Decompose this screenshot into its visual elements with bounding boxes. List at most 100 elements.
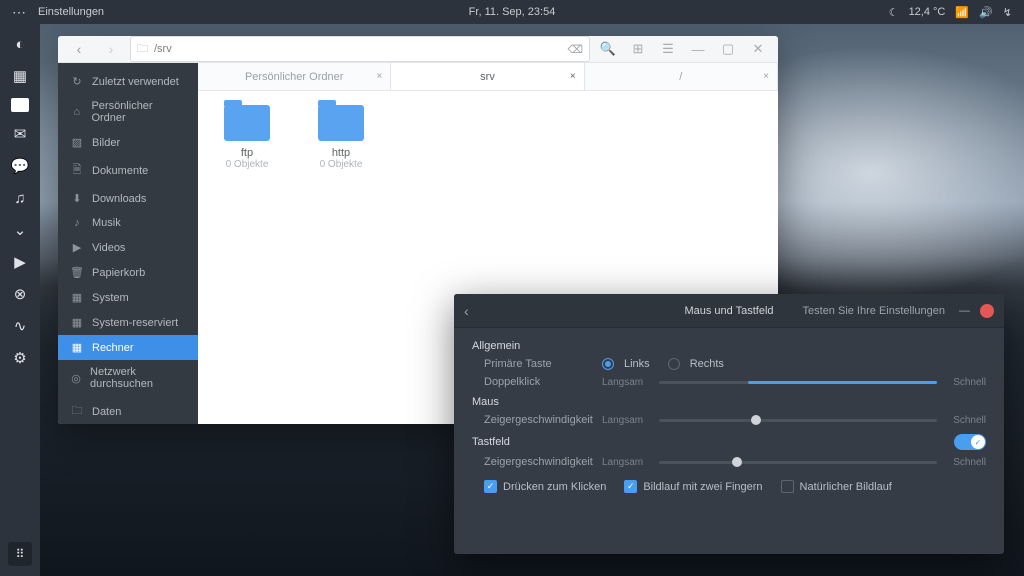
fm-sidebar: ↻Zuletzt verwendet⌂Persönlicher Ordner▨B… <box>58 63 198 424</box>
sidebar-item-label: System <box>92 292 129 304</box>
back-button[interactable]: ‹ <box>66 36 92 62</box>
sidebar-item-label: System-reserviert <box>92 317 178 329</box>
night-icon[interactable]: ☾ <box>889 6 899 19</box>
maximize-button[interactable]: ▢ <box>716 37 740 61</box>
checkbox-tap-to-click[interactable]: ✓Drücken zum Klicken <box>484 480 606 493</box>
tab-label: srv <box>480 71 495 83</box>
sidebar-item[interactable]: ▨Bilder <box>58 130 198 155</box>
file-name: ftp <box>212 147 282 159</box>
tab-close-icon[interactable]: × <box>376 71 382 82</box>
label-doubleclick: Doppelklick <box>484 376 602 388</box>
left-dock: ◐ ▦ ✉ 💬 ♫ ⌄ ▶ ⊗ ∿ ⚙ ⠿ <box>0 24 40 576</box>
dock-item[interactable]: ∿ <box>10 316 30 336</box>
path-entry[interactable]: 🗀 /srv ⌫ <box>130 36 590 62</box>
sidebar-icon: ♪ <box>70 217 84 229</box>
app-menu-label[interactable]: Einstellungen <box>38 6 104 18</box>
weather-temp[interactable]: 12,4 °C <box>909 6 946 18</box>
radio-left-label: Links <box>624 358 650 370</box>
folder-icon <box>318 105 364 141</box>
tab-label: Persönlicher Ordner <box>245 71 343 83</box>
settings-window: ‹ Maus und Tastfeld Testen Sie Ihre Eins… <box>454 294 1004 554</box>
touchpad-toggle[interactable] <box>954 434 986 450</box>
radio-left[interactable] <box>602 358 614 370</box>
view-grid-icon[interactable]: ⊞ <box>626 37 650 61</box>
tab-close-icon[interactable]: × <box>570 71 576 82</box>
minimize-button[interactable]: — <box>686 37 710 61</box>
folder-icon: 🗀 <box>137 40 148 59</box>
sidebar-item[interactable]: ♪Musik <box>58 211 198 235</box>
dock-item[interactable]: ▦ <box>10 66 30 86</box>
tab-close-icon[interactable]: × <box>763 71 769 82</box>
sidebar-item[interactable]: ▦ System-reserviert <box>58 310 198 335</box>
volume-icon[interactable]: 🔊 <box>979 6 993 19</box>
sidebar-item-label: Persönlicher Ordner <box>91 100 186 124</box>
scale-slow: Langsam <box>602 377 643 388</box>
touch-speed-slider[interactable] <box>659 461 937 464</box>
sidebar-item[interactable]: 🗎 Dokumente <box>58 155 198 186</box>
sidebar-icon: ↻ <box>70 75 84 88</box>
tab[interactable]: srv × <box>391 63 584 90</box>
wifi-icon[interactable]: 📶 <box>955 6 969 19</box>
sidebar-item[interactable]: ◎ Netzwerk durchsuchen <box>58 360 198 396</box>
search-icon[interactable]: 🔍 <box>596 37 620 61</box>
settings-header: ‹ Maus und Tastfeld Testen Sie Ihre Eins… <box>454 294 1004 328</box>
folder-item[interactable]: http0 Objekte <box>306 105 376 170</box>
tab[interactable]: Persönlicher Ordner × <box>198 63 391 90</box>
sidebar-item[interactable]: ▶Videos <box>58 235 198 260</box>
view-list-icon[interactable]: ☰ <box>656 37 680 61</box>
dock-item[interactable]: ▶ <box>10 252 30 272</box>
top-panel: Einstellungen Fr, 11. Sep, 23:54 ☾ 12,4 … <box>0 0 1024 24</box>
sidebar-icon: ⬇ <box>70 192 84 205</box>
clear-icon[interactable]: ⌫ <box>567 43 583 56</box>
tab[interactable]: /× <box>585 63 778 90</box>
checkbox-natural-scroll[interactable]: Natürlicher Bildlauf <box>781 480 892 493</box>
dock-item[interactable]: ⌄ <box>10 220 30 240</box>
checkbox-two-finger-scroll[interactable]: ✓Bildlauf mit zwei Fingern <box>624 480 762 493</box>
apps-grid-button[interactable]: ⠿ <box>8 542 32 566</box>
activities-icon[interactable] <box>12 4 26 21</box>
doubleclick-slider[interactable] <box>659 381 937 384</box>
close-button[interactable]: ✕ <box>746 37 770 61</box>
folder-item[interactable]: ftp0 Objekte <box>212 105 282 170</box>
dock-item[interactable]: ✉ <box>10 124 30 144</box>
sidebar-icon: 🗀 <box>70 402 84 421</box>
test-settings-button[interactable]: Testen Sie Ihre Einstellungen <box>803 305 945 317</box>
dock-item[interactable]: ◐ <box>10 34 30 54</box>
sidebar-icon: ▦ <box>70 316 84 329</box>
clock[interactable]: Fr, 11. Sep, 23:54 <box>469 6 556 18</box>
dock-item[interactable]: ♫ <box>10 188 30 208</box>
radio-right[interactable] <box>668 358 680 370</box>
sidebar-item-label: Downloads <box>92 193 146 205</box>
back-icon[interactable]: ‹ <box>464 303 469 319</box>
sidebar-item[interactable]: ⬇ Downloads <box>58 186 198 211</box>
sidebar-icon: ▦ <box>70 341 84 354</box>
sidebar-icon: ◎ <box>70 372 82 385</box>
forward-button[interactable]: › <box>98 36 124 62</box>
section-heading-touchpad: Tastfeld <box>472 434 986 450</box>
dock-item-settings[interactable]: ⚙ <box>10 348 30 368</box>
mouse-speed-slider[interactable] <box>659 419 937 422</box>
dock-item[interactable]: ⊗ <box>10 284 30 304</box>
close-button[interactable] <box>980 304 994 318</box>
sidebar-item[interactable]: ▦System <box>58 285 198 310</box>
file-meta: 0 Objekte <box>306 159 376 170</box>
sidebar-item-label: Rechner <box>92 342 134 354</box>
file-meta: 0 Objekte <box>212 159 282 170</box>
sidebar-item[interactable]: ↻Zuletzt verwendet <box>58 69 198 94</box>
sidebar-item-label: Netzwerk durchsuchen <box>90 366 186 390</box>
label-primary-button: Primäre Taste <box>484 358 602 370</box>
battery-icon[interactable]: ↯ <box>1003 6 1012 19</box>
sidebar-icon: 🗎 <box>70 161 84 180</box>
tab-label: / <box>679 71 682 83</box>
settings-title: Maus und Tastfeld <box>684 305 773 317</box>
sidebar-item-label: Dokumente <box>92 165 148 177</box>
minimize-button[interactable]: — <box>959 305 970 317</box>
dock-item-files[interactable] <box>11 98 29 112</box>
sidebar-item[interactable]: 🗑Papierkorb <box>58 260 198 285</box>
sidebar-item[interactable]: ⌂Persönlicher Ordner <box>58 94 198 130</box>
dock-item[interactable]: 💬 <box>10 156 30 176</box>
path-text: /srv <box>154 43 172 55</box>
sidebar-item[interactable]: 🗀Daten <box>58 396 198 424</box>
sidebar-item[interactable]: ▦ Rechner <box>58 335 198 360</box>
label-pointer-speed: Zeigergeschwindigkeit <box>484 414 602 426</box>
